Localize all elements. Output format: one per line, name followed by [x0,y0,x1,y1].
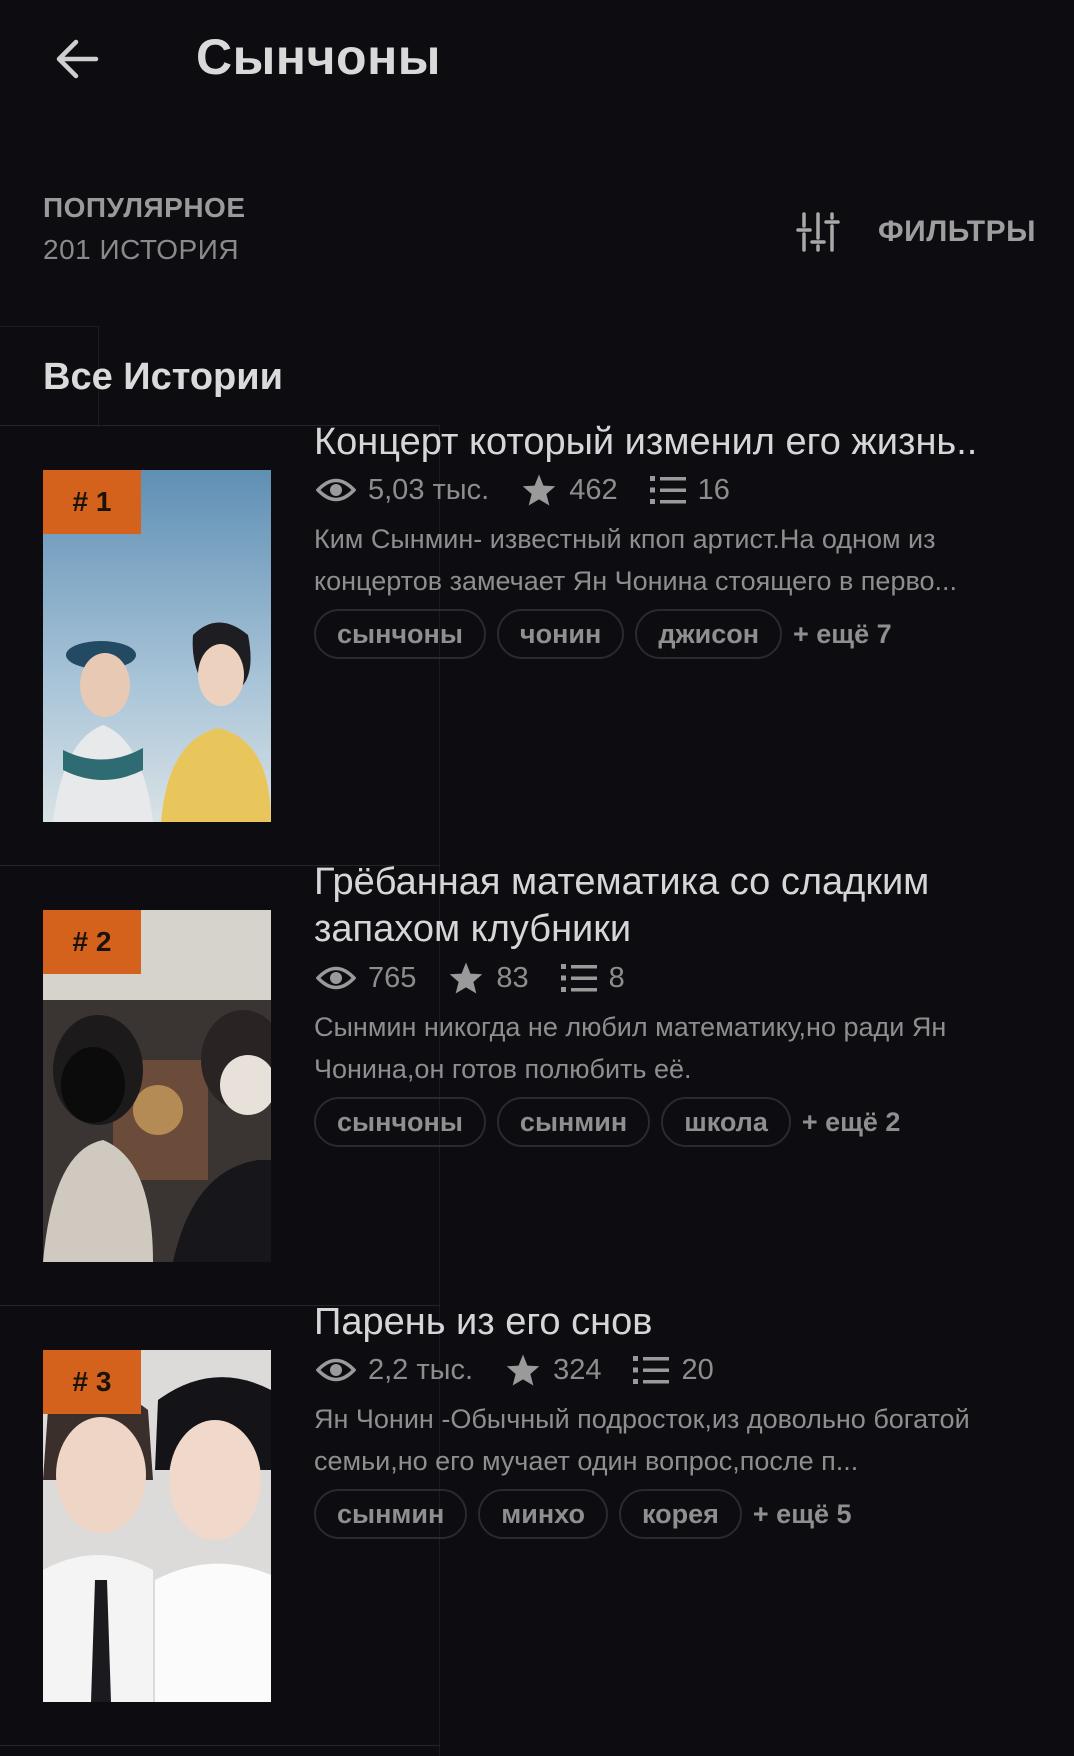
story-card[interactable]: # 3 Парень из его снов 2,2 тыс. 324 20 Я… [0,1301,1074,1745]
story-cover-image[interactable]: # 1 [43,470,271,822]
story-title[interactable]: Грёбанная математика со сладким запахом … [314,859,1044,953]
parts-stat: 16 [649,473,730,507]
eye-icon [316,966,356,990]
views-count: 5,03 тыс. [368,473,490,506]
divider [0,1745,440,1746]
filters-button[interactable]: ФИЛЬТРЫ [796,206,1036,258]
section-title[interactable]: Все Истории [43,356,283,399]
tag-chip[interactable]: чонин [496,609,625,659]
page-title: Сынчоны [196,29,441,85]
parts-stat: 20 [633,1353,714,1387]
tag-chip[interactable]: корея [618,1489,742,1539]
more-tags-link[interactable]: + ещё 5 [753,1499,852,1530]
votes-stat: 324 [505,1353,601,1387]
list-icon [633,1356,670,1384]
parts-stat: 8 [560,961,625,995]
star-icon [450,962,483,994]
story-stats: 2,2 тыс. 324 20 [316,1350,746,1390]
story-title[interactable]: Парень из его снов [314,1299,1044,1346]
votes-count: 83 [496,961,529,994]
eye-icon [316,1358,356,1382]
filters-label: ФИЛЬТРЫ [878,215,1036,248]
tag-list: сынчоны чонин джисон + ещё 7 [314,609,892,659]
tag-chip[interactable]: джисон [635,609,783,659]
rank-badge: # 2 [43,910,141,974]
story-cover-image[interactable]: # 3 [43,1350,271,1702]
views-stat: 5,03 тыс. [316,474,489,507]
parts-count: 8 [608,961,625,994]
votes-stat: 83 [448,961,529,995]
story-stats: 765 83 8 [316,958,657,998]
votes-count: 324 [553,1353,602,1386]
rank-badge: # 3 [43,1350,141,1414]
story-description: Ким Сынмин- известный кпоп артист.На одн… [314,524,958,596]
tag-chip[interactable]: минхо [478,1489,608,1539]
tag-chip[interactable]: сынмин [496,1097,651,1147]
back-button[interactable] [42,24,112,94]
more-tags-link[interactable]: + ещё 7 [793,619,892,650]
more-tags-link[interactable]: + ещё 2 [802,1107,901,1138]
star-icon [506,1354,540,1386]
list-icon [649,476,686,504]
tag-chip[interactable]: сынчоны [314,609,486,659]
app-header: Сынчоны [0,0,1074,120]
tag-list: сынчоны сынмин школа + ещё 2 [314,1097,900,1147]
list-icon [560,964,597,992]
story-description: Ян Чонин -Обычный подросток,из довольно … [314,1404,970,1476]
story-title[interactable]: Концерт который изменил его жизнь.. [314,419,1044,466]
sort-label: ПОПУЛЯРНОЕ [43,192,246,223]
tag-list: сынмин минхо корея + ещё 5 [314,1489,852,1539]
rank-badge: # 1 [43,470,141,534]
views-count: 765 [368,961,417,994]
views-stat: 765 [316,962,416,995]
story-card[interactable]: # 2 Грёбанная математика со сладким запа… [0,861,1074,1305]
story-card[interactable]: # 1 Концерт который изменил его жизнь.. … [0,421,1074,865]
votes-stat: 462 [521,473,618,507]
star-icon [522,474,556,506]
tag-chip[interactable]: сынмин [314,1489,468,1539]
arrow-left-icon [56,39,99,79]
story-description: Сынмин никогда не любил математику,но ра… [314,1012,947,1084]
votes-count: 462 [569,473,618,506]
tag-chip[interactable]: школа [661,1097,791,1147]
story-cover-image[interactable]: # 2 [43,910,271,1262]
sort-info: ПОПУЛЯРНОЕ 201 ИСТОРИЯ [43,192,246,266]
story-count: 201 ИСТОРИЯ [43,234,240,265]
parts-count: 16 [697,473,730,506]
eye-icon [316,478,356,502]
parts-count: 20 [681,1353,714,1386]
tag-chip[interactable]: сынчоны [314,1097,486,1147]
views-stat: 2,2 тыс. [316,1354,473,1387]
views-count: 2,2 тыс. [368,1353,474,1386]
story-stats: 5,03 тыс. 462 16 [316,470,762,510]
sliders-icon [796,212,840,252]
